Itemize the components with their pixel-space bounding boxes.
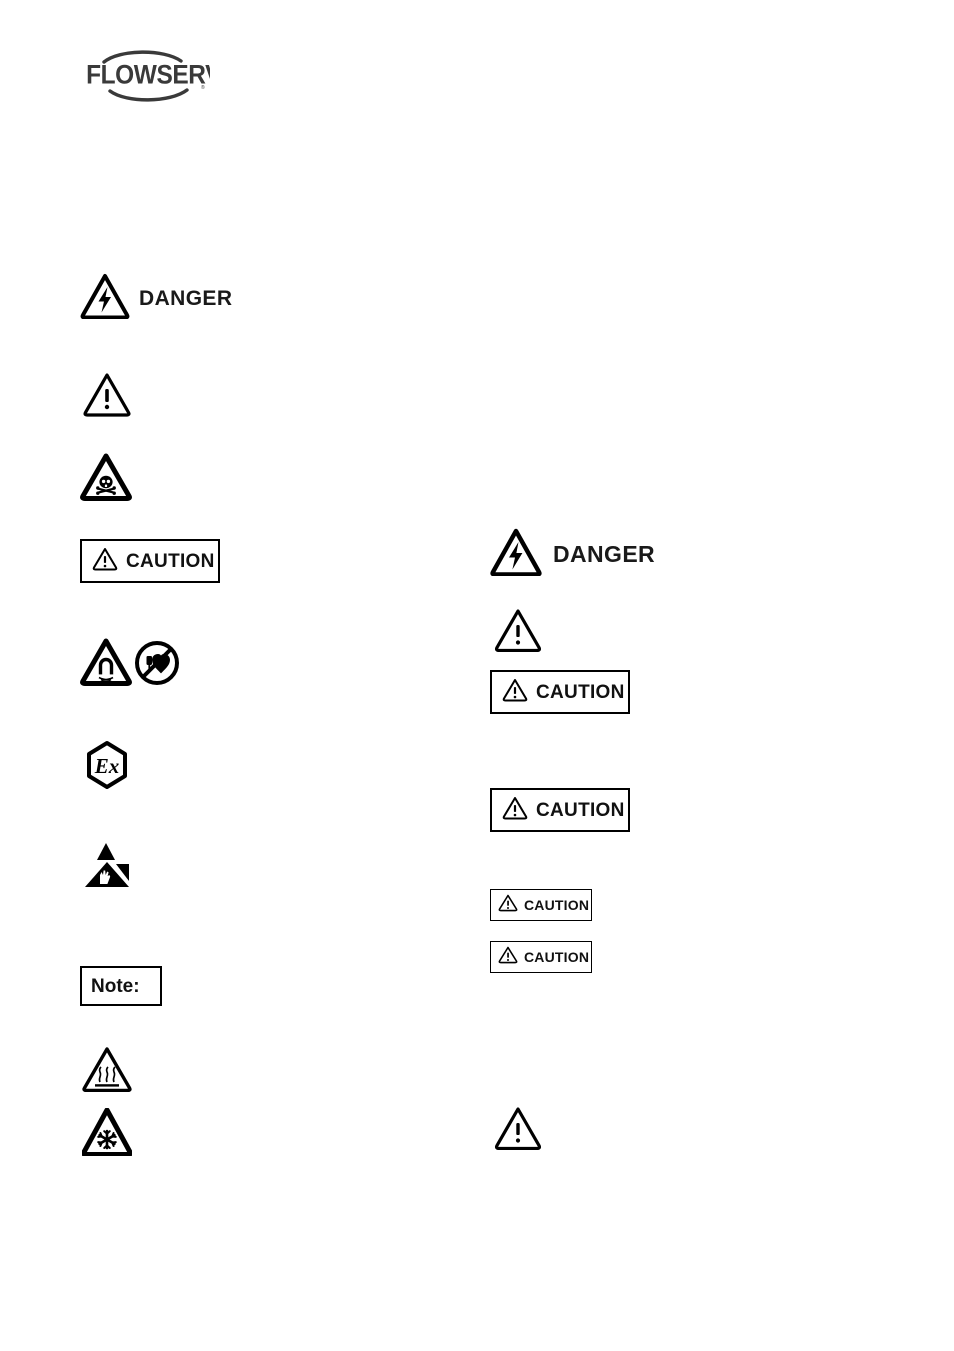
general-warning-row-right-bottom bbox=[494, 1106, 542, 1155]
flowserve-logo: FLOWSERVE ® FLOWSERVE bbox=[80, 42, 210, 104]
caution-label: CAUTION bbox=[524, 897, 590, 913]
svg-text:Ex: Ex bbox=[94, 754, 120, 778]
atex-ex-row: Ex bbox=[83, 740, 131, 795]
warning-triangle-icon bbox=[494, 1106, 542, 1155]
hot-surface-triangle-icon bbox=[82, 1046, 132, 1097]
warning-triangle-icon bbox=[502, 678, 528, 707]
warning-triangle-icon bbox=[498, 946, 518, 969]
warning-triangle-icon bbox=[494, 608, 542, 657]
danger-electrical-row-right: DANGER bbox=[490, 528, 655, 581]
caution-boxed-right-4: CAUTION bbox=[490, 941, 592, 973]
esd-sensitive-row bbox=[82, 841, 132, 896]
caution-boxed-right-2: CAUTION bbox=[490, 788, 630, 832]
caution-label: CAUTION bbox=[524, 949, 590, 965]
caution-boxed-left: CAUTION bbox=[80, 539, 220, 583]
note-box-icon: Note: bbox=[80, 966, 162, 1006]
caution-label: CAUTION bbox=[536, 681, 625, 703]
hot-surface-row bbox=[82, 1046, 132, 1097]
low-temperature-row bbox=[81, 1107, 133, 1161]
toxic-hazard-row bbox=[80, 453, 132, 506]
note-label: Note: bbox=[91, 975, 140, 997]
danger-electrical-row: DANGER bbox=[80, 273, 232, 324]
svg-text:®: ® bbox=[201, 84, 205, 91]
warning-triangle-icon bbox=[82, 371, 132, 422]
caution-boxed-right-1: CAUTION bbox=[490, 670, 630, 714]
freezing-snowflake-triangle-icon bbox=[81, 1107, 133, 1161]
electrical-hazard-triangle-icon bbox=[80, 273, 130, 324]
svg-text:FLOWSERVE: FLOWSERVE bbox=[86, 60, 210, 89]
atex-ex-hexagon-icon: Ex bbox=[83, 740, 131, 795]
general-warning-row bbox=[82, 371, 132, 422]
toxic-skull-triangle-icon bbox=[80, 453, 132, 506]
danger-label: DANGER bbox=[553, 541, 656, 567]
no-pacemaker-prohibition-icon bbox=[134, 640, 180, 691]
warning-triangle-icon bbox=[502, 796, 528, 825]
danger-label: DANGER bbox=[139, 287, 233, 310]
electrical-hazard-triangle-icon bbox=[490, 528, 542, 581]
warning-triangle-icon bbox=[498, 894, 518, 917]
esd-sensitive-triangle-icon bbox=[82, 841, 132, 896]
general-warning-row-right bbox=[494, 608, 542, 657]
magnetic-field-row bbox=[80, 638, 132, 691]
caution-boxed-right-3: CAUTION bbox=[490, 889, 592, 921]
no-pacemaker-row bbox=[134, 640, 180, 691]
caution-label: CAUTION bbox=[536, 799, 625, 821]
warning-triangle-icon bbox=[92, 547, 118, 576]
magnetic-field-triangle-icon bbox=[80, 638, 132, 691]
document-page: FLOWSERVE ® FLOWSERVE DANGER bbox=[0, 0, 954, 1351]
caution-label: CAUTION bbox=[126, 550, 215, 572]
